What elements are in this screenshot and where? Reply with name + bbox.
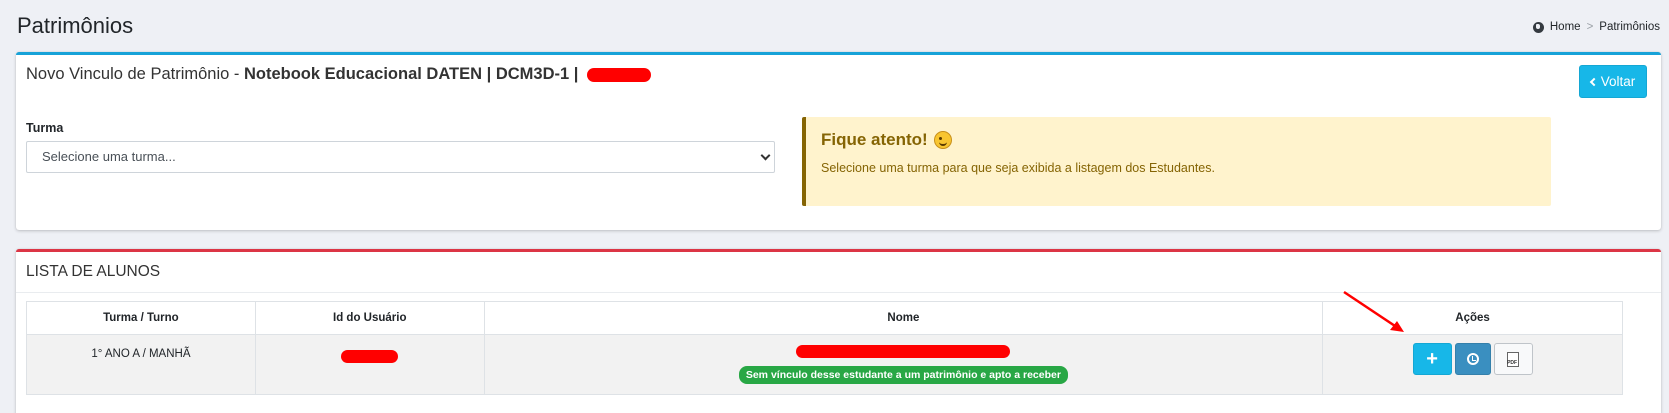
turma-select-value: Selecione uma turma... (42, 149, 176, 164)
students-card: LISTA DE ALUNOS Turma / Turno Id do Usuá… (16, 249, 1661, 413)
students-header: LISTA DE ALUNOS (16, 252, 1661, 293)
chevron-down-icon (760, 150, 771, 161)
home-icon (1532, 21, 1544, 33)
students-title: LISTA DE ALUNOS (26, 263, 161, 280)
alert-title-text: Fique atento! (821, 130, 928, 149)
history-icon (1466, 353, 1479, 365)
redacted-student-name (796, 345, 1011, 358)
redacted-serial (586, 67, 651, 82)
back-button-label: Voltar (1600, 74, 1636, 89)
breadcrumb-current: Patrimônios (1599, 21, 1660, 33)
cell-actions: + PDF (1322, 334, 1623, 395)
alert-title: Fique atento! (821, 130, 952, 150)
column-header-turma: Turma / Turno (26, 301, 256, 335)
cell-id (254, 334, 485, 395)
link-asset-card: Novo Vinculo de Patrimônio - Notebook Ed… (16, 52, 1661, 230)
plus-icon: + (1426, 347, 1438, 370)
card-title-prefix: Novo Vinculo de Patrimônio - (26, 65, 240, 83)
breadcrumb: Home > Patrimônios (1532, 21, 1660, 33)
status-badge: Sem vínculo desse estudante a um patrimô… (738, 366, 1068, 384)
column-header-nome: Nome (483, 301, 1324, 335)
page-title: Patrimônios (17, 13, 134, 38)
turma-label: Turma (26, 121, 64, 135)
card-title-asset: Notebook Educacional DATEN | DCM3D-1 | (243, 65, 579, 83)
redacted-user-id (341, 350, 399, 363)
turma-select[interactable]: Selecione uma turma... (26, 141, 775, 173)
add-link-button[interactable]: + (1412, 343, 1452, 375)
back-button[interactable]: Voltar (1579, 65, 1647, 98)
cell-turma: 1° ANO A / MANHÃ (26, 334, 256, 395)
history-button[interactable] (1454, 343, 1491, 375)
annotation-arrow (1343, 290, 1404, 332)
pdf-icon: PDF (1507, 351, 1520, 367)
breadcrumb-home-link[interactable]: Home (1550, 21, 1581, 33)
chevron-left-icon (1589, 77, 1598, 87)
table-row: 1° ANO A / MANHÃ Sem vínculo desse estud… (26, 334, 1623, 395)
wink-emoji-icon (933, 131, 952, 149)
annotation-arrow-line (1343, 290, 1399, 330)
pdf-button[interactable]: PDF (1493, 343, 1533, 375)
breadcrumb-separator: > (1586, 21, 1594, 33)
alert-text: Selecione uma turma para que seja exibid… (821, 161, 1215, 175)
card-title: Novo Vinculo de Patrimônio - Notebook Ed… (26, 65, 651, 84)
row-actions: + PDF (1323, 343, 1622, 375)
cell-nome: Sem vínculo desse estudante a um patrimô… (483, 334, 1324, 395)
column-header-id: Id do Usuário (254, 301, 485, 335)
warning-alert: Fique atento! Selecione uma turma para q… (802, 117, 1551, 206)
